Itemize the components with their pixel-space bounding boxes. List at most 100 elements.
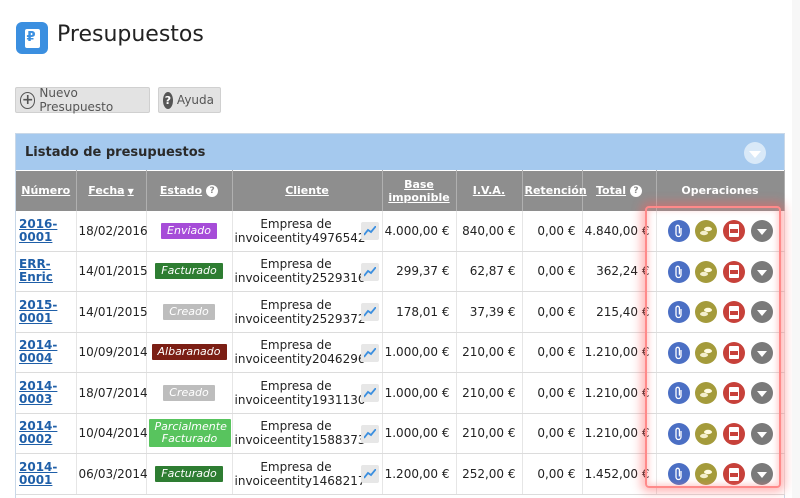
- attachment-icon[interactable]: [667, 422, 690, 445]
- cell-fecha: 10/04/2014: [76, 413, 148, 454]
- more-options-icon[interactable]: [750, 422, 773, 445]
- table-row: ERR- Enric 14/01/2015 Facturado Empresa de in…: [16, 251, 785, 292]
- pdf-icon[interactable]: [722, 341, 745, 364]
- more-options-icon[interactable]: [750, 341, 773, 364]
- cell-iva: 210,00 €: [456, 332, 523, 373]
- col-header-estado[interactable]: Estado?: [146, 170, 233, 211]
- coins-icon[interactable]: [694, 341, 717, 364]
- sort-desc-icon: ▼: [127, 186, 134, 196]
- cell-total: 1.210,00 €: [582, 413, 657, 454]
- table-row: 2014- 0003 18/07/2014 Creado Empresa de invoi…: [16, 372, 785, 414]
- coins-icon[interactable]: [694, 301, 717, 323]
- col-header-operaciones: Operaciones: [656, 170, 785, 211]
- status-badge: Facturado: [155, 465, 223, 482]
- pdf-icon[interactable]: [722, 219, 745, 242]
- table-row: 2014- 0001 06/03/2014 Facturado Empresa de in…: [16, 453, 785, 495]
- budget-number-link[interactable]: 2015- 0001: [18, 298, 74, 325]
- cell-total: 4.840,00 €: [582, 210, 657, 252]
- budget-number-link[interactable]: 2014- 0003: [18, 379, 74, 406]
- status-badge: Facturado: [155, 263, 223, 280]
- table-row: 2014- 0002 10/04/2014 Parcialmente Facturad…: [16, 413, 785, 454]
- budget-number-link[interactable]: 2014- 0001: [18, 460, 74, 487]
- table-row: 2016- 0001 18/02/2016 Enviado Empresa de invo…: [16, 210, 785, 252]
- attachment-icon[interactable]: [667, 463, 690, 485]
- col-header-numero[interactable]: Número: [16, 170, 77, 211]
- cell-fecha: 18/02/2016: [76, 210, 148, 252]
- cell-numero: 2016- 0001: [16, 210, 77, 252]
- budget-number-link[interactable]: 2014- 0002: [18, 420, 74, 446]
- attachment-icon[interactable]: [667, 219, 690, 242]
- col-header-total[interactable]: Total?: [582, 170, 657, 211]
- pdf-icon[interactable]: [722, 260, 745, 283]
- cell-total: 362,24 €: [582, 251, 657, 292]
- trend-chart-icon[interactable]: [360, 221, 379, 240]
- trend-chart-icon[interactable]: [360, 343, 379, 362]
- more-options-icon[interactable]: [750, 219, 773, 242]
- cell-iva: 62,87 €: [456, 251, 523, 292]
- pdf-icon[interactable]: [722, 463, 745, 485]
- table-row: 2015- 0001 14/01/2015 Creado Empresa de invoi…: [16, 291, 785, 333]
- cell-fecha: 14/01/2015: [76, 251, 148, 292]
- col-header-fecha[interactable]: Fecha ▼: [76, 170, 147, 211]
- cell-base: 1.000,00 €: [382, 413, 457, 454]
- cell-retencion: 0,00 €: [522, 453, 583, 495]
- trend-chart-icon[interactable]: [360, 303, 379, 321]
- cell-estado: Facturado: [146, 251, 233, 292]
- help-button[interactable]: ? Ayuda: [158, 87, 221, 113]
- attachment-icon[interactable]: [667, 260, 690, 283]
- more-options-icon[interactable]: [750, 382, 773, 404]
- budget-number-link[interactable]: 2014- 0004: [18, 339, 74, 365]
- pdf-icon[interactable]: [722, 301, 745, 323]
- cell-cliente: Empresa de invoiceentity2529316: [232, 251, 383, 292]
- budgets-panel: Listado de presupuestos Número Fecha ▼ Es…: [15, 133, 785, 498]
- help-label: Ayuda: [176, 93, 214, 107]
- coins-icon[interactable]: [694, 463, 717, 485]
- coins-icon[interactable]: [694, 382, 717, 404]
- trend-chart-icon[interactable]: [360, 384, 379, 402]
- cell-retencion: 0,00 €: [522, 413, 583, 454]
- trend-chart-icon[interactable]: [360, 424, 379, 443]
- new-budget-button[interactable]: + Nuevo Presupuesto: [15, 86, 150, 114]
- status-badge: Enviado: [161, 222, 217, 239]
- cell-iva: 37,39 €: [456, 291, 523, 333]
- cell-fecha: 18/07/2014: [76, 372, 148, 414]
- cell-operaciones: [656, 413, 785, 454]
- col-header-retencion[interactable]: Retención: [522, 170, 587, 211]
- cell-base: 1.000,00 €: [382, 332, 457, 373]
- filter-toggle-icon[interactable]: [744, 142, 766, 164]
- attachment-icon[interactable]: [667, 341, 690, 364]
- help-icon[interactable]: ?: [630, 185, 643, 198]
- cell-fecha: 10/09/2014: [76, 332, 148, 373]
- cell-cliente: Empresa de invoiceentity2046296: [232, 332, 383, 373]
- cell-iva: 210,00 €: [456, 372, 523, 414]
- cell-estado: Creado: [146, 291, 233, 333]
- col-header-base[interactable]: Base imponible: [382, 170, 457, 211]
- new-budget-label: Nuevo Presupuesto: [39, 86, 114, 114]
- page-title: Presupuestos: [57, 22, 204, 47]
- coins-icon[interactable]: [694, 219, 717, 242]
- more-options-icon[interactable]: [750, 301, 773, 323]
- pdf-icon[interactable]: [722, 422, 745, 445]
- trend-chart-icon[interactable]: [360, 262, 379, 281]
- cell-numero: 2015- 0001: [16, 291, 77, 333]
- trend-chart-icon[interactable]: [360, 465, 379, 483]
- cell-estado: Parcialmente Facturado: [146, 413, 233, 454]
- status-badge: Creado: [163, 384, 215, 401]
- more-options-icon[interactable]: [750, 260, 773, 283]
- budget-number-link[interactable]: 2016- 0001: [18, 217, 74, 244]
- page-edge: [792, 0, 800, 498]
- cell-fecha: 14/01/2015: [76, 291, 148, 333]
- cell-numero: 2014- 0004: [16, 332, 77, 373]
- help-icon[interactable]: ?: [206, 185, 219, 198]
- coins-icon[interactable]: [694, 260, 717, 283]
- cell-estado: Facturado: [146, 453, 233, 495]
- col-header-iva[interactable]: I.V.A.: [456, 170, 523, 211]
- pdf-icon[interactable]: [722, 382, 745, 404]
- coins-icon[interactable]: [694, 422, 717, 445]
- budget-number-link[interactable]: ERR- Enric: [18, 258, 74, 284]
- col-header-cliente[interactable]: Cliente: [232, 170, 383, 211]
- attachment-icon[interactable]: [667, 382, 690, 404]
- more-options-icon[interactable]: [750, 463, 773, 485]
- attachment-icon[interactable]: [667, 301, 690, 323]
- cell-numero: 2014- 0002: [16, 413, 77, 454]
